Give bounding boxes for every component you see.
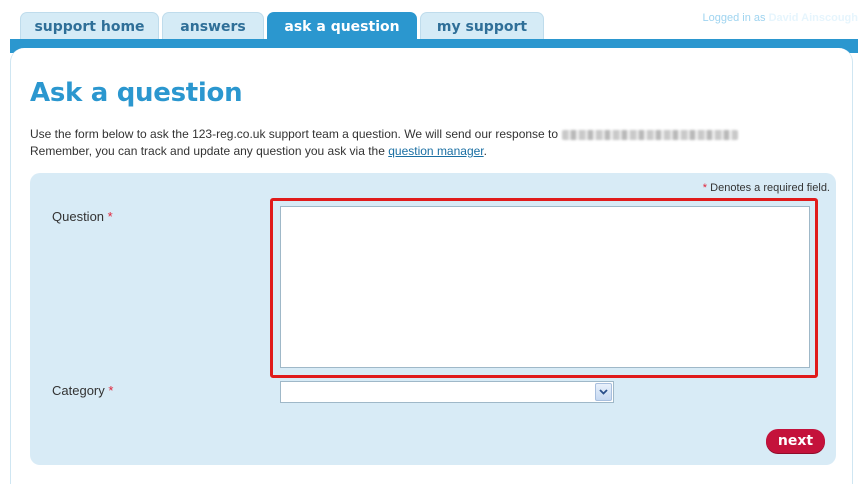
- intro-line-2-suffix: .: [483, 144, 487, 158]
- tab-label: support home: [34, 18, 145, 35]
- intro-text: Use the form below to ask the 123-reg.co…: [30, 126, 840, 160]
- required-note-text: Denotes a required field.: [710, 182, 830, 194]
- tab-ask-a-question[interactable]: ask a question: [267, 12, 417, 40]
- intro-line-2-prefix: Remember, you can track and update any q…: [30, 144, 385, 158]
- question-manager-link[interactable]: question manager: [388, 144, 483, 158]
- logged-in-prefix: Logged in as: [702, 12, 766, 24]
- logged-in-status: Logged in as David Ainscough: [703, 12, 858, 24]
- intro-line-1: Use the form below to ask the 123-reg.co…: [30, 127, 559, 141]
- category-label: Category *: [52, 383, 113, 398]
- required-marker: *: [108, 383, 114, 398]
- tab-label: answers: [180, 18, 246, 35]
- user-name: David Ainscough: [768, 12, 858, 24]
- next-button[interactable]: next: [766, 429, 825, 453]
- tab-answers[interactable]: answers: [162, 12, 264, 40]
- category-select[interactable]: [280, 381, 614, 403]
- tab-my-support[interactable]: my support: [420, 12, 544, 40]
- category-label-text: Category: [52, 383, 105, 398]
- page-title: Ask a question: [30, 78, 243, 108]
- tab-support-home[interactable]: support home: [20, 12, 159, 40]
- required-field-note: * Denotes a required field.: [703, 182, 830, 194]
- question-label: Question *: [52, 209, 113, 224]
- tab-label: my support: [436, 18, 528, 35]
- next-button-label: next: [777, 433, 814, 449]
- question-textarea[interactable]: [280, 206, 810, 368]
- question-label-text: Question: [52, 209, 105, 224]
- required-marker: *: [107, 209, 113, 224]
- tab-label: ask a question: [284, 18, 400, 35]
- redacted-email: [562, 129, 739, 140]
- required-marker: *: [702, 182, 708, 194]
- chevron-down-icon[interactable]: [595, 383, 612, 401]
